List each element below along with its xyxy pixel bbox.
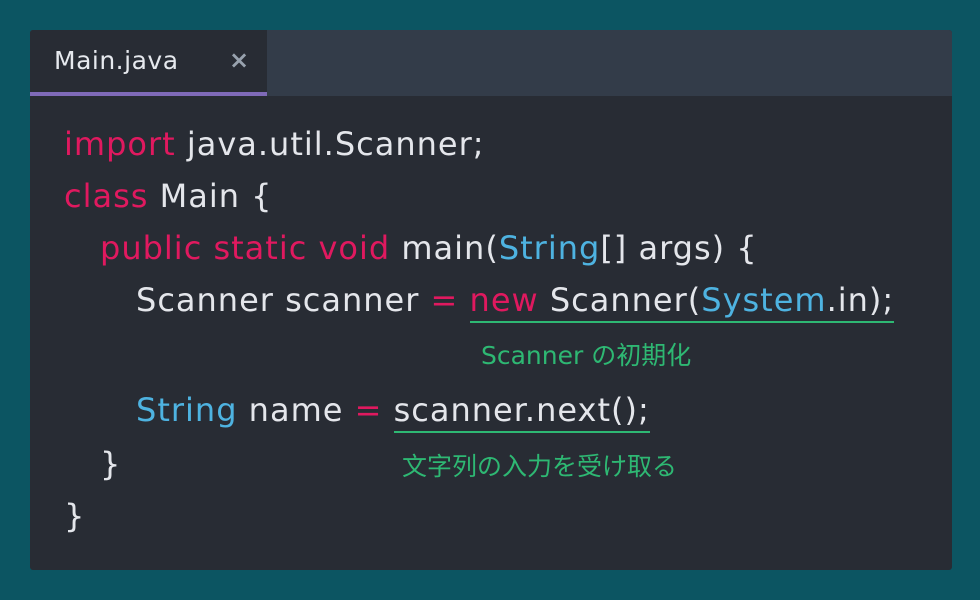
annotation-scanner-init: Scanner の初期化 — [481, 341, 692, 370]
code-line-2: class Main { — [64, 176, 273, 216]
highlight-scanner-init: new Scanner(System.in); — [469, 281, 895, 323]
operator-assign: = — [354, 391, 383, 429]
code-line-7: } — [64, 497, 86, 535]
type-string: String — [136, 391, 238, 429]
close-icon[interactable]: × — [229, 46, 249, 74]
code-area[interactable]: import java.util.Scanner; class Main { p… — [30, 96, 952, 570]
keyword-import: import — [64, 125, 176, 163]
code-text: Main { — [148, 177, 273, 215]
code-text: .in); — [826, 281, 895, 319]
code-text: java.util.Scanner; — [175, 125, 485, 163]
tab-title: Main.java — [54, 46, 179, 75]
tab-bar: Main.java × — [30, 30, 952, 96]
keyword-class: class — [64, 177, 149, 215]
operator-assign: = — [430, 281, 459, 319]
type-string: String — [498, 229, 601, 267]
type-system: System — [701, 281, 827, 319]
code-line-6: } — [100, 445, 122, 483]
code-line-5: String name = scanner.next(); — [136, 390, 650, 433]
code-text: [] args) { — [600, 229, 758, 267]
tab-main-java[interactable]: Main.java × — [30, 30, 267, 96]
highlight-scanner-next: scanner.next(); — [393, 391, 650, 433]
code-text: Scanner( — [538, 281, 702, 319]
code-text: main( — [390, 229, 499, 267]
keyword-modifiers: public static void — [100, 229, 391, 267]
code-line-1: import java.util.Scanner; — [64, 124, 485, 164]
code-text: Scanner scanner — [136, 281, 431, 319]
code-line-4: Scanner scanner = new Scanner(System.in)… — [136, 280, 895, 323]
keyword-new: new — [469, 281, 539, 319]
code-editor: Main.java × import java.util.Scanner; cl… — [30, 30, 952, 570]
annotation-string-input: 文字列の入力を受け取る — [402, 452, 678, 481]
code-text: name — [237, 391, 355, 429]
code-line-3: public static void main(String[] args) { — [100, 228, 758, 268]
